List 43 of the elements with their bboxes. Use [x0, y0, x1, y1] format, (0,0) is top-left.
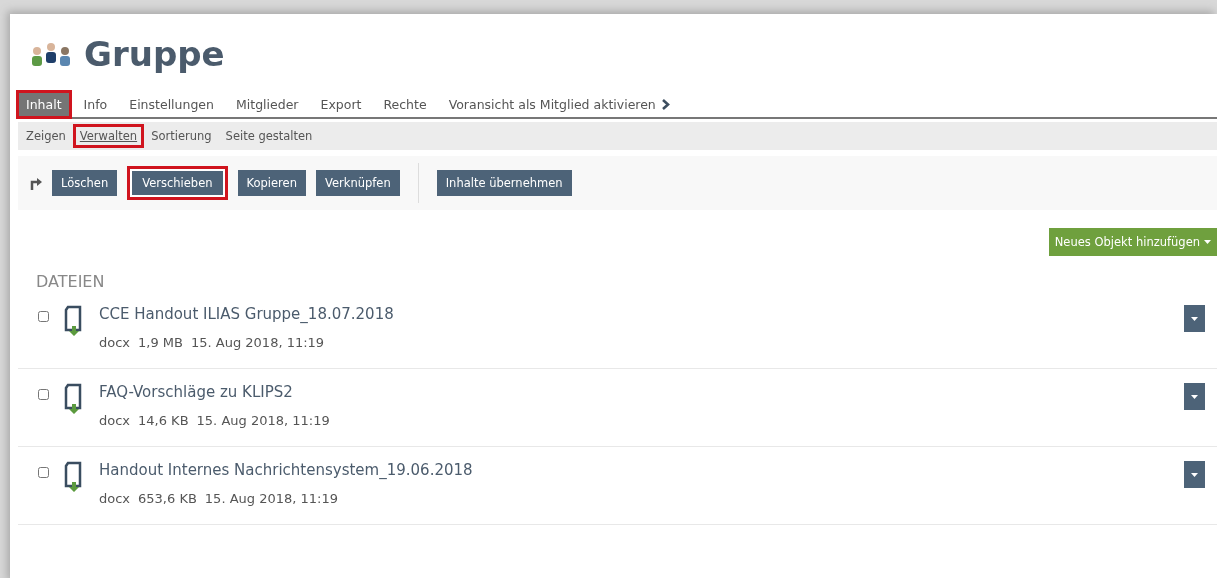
- file-size: 653,6 KB: [138, 491, 197, 506]
- file-type: docx: [99, 335, 131, 350]
- dropdown-button[interactable]: [1184, 461, 1205, 488]
- file-name[interactable]: CCE Handout ILIAS Gruppe_18.07.2018: [99, 305, 1184, 323]
- action-button[interactable]: Verschieben: [127, 166, 228, 200]
- tab[interactable]: Einstellungen: [121, 92, 222, 117]
- action-button[interactable]: Verknüpfen: [315, 170, 400, 196]
- file-name[interactable]: FAQ-Vorschläge zu KLIPS2: [99, 383, 1184, 401]
- file-checkbox[interactable]: [38, 389, 49, 400]
- file-type: docx: [99, 413, 131, 428]
- caret-icon: [1204, 240, 1211, 244]
- file-date: 15. Aug 2018, 11:19: [204, 491, 338, 506]
- caret-icon: [1191, 316, 1198, 321]
- sub-tab[interactable]: Verwalten: [75, 127, 142, 145]
- dropdown-button[interactable]: [1184, 383, 1205, 410]
- caret-icon: [1191, 472, 1198, 477]
- file-date: 15. Aug 2018, 11:19: [196, 413, 330, 428]
- sub-tab[interactable]: Zeigen: [22, 127, 70, 145]
- page-title: Gruppe: [84, 34, 225, 74]
- file-checkbox[interactable]: [38, 467, 49, 478]
- dropdown-button[interactable]: [1184, 305, 1205, 332]
- tab[interactable]: Inhalt: [18, 92, 70, 117]
- sub-tab[interactable]: Sortierung: [147, 127, 216, 145]
- file-type: docx: [99, 491, 131, 506]
- file-checkbox[interactable]: [38, 311, 49, 322]
- file-size: 14,6 KB: [138, 413, 189, 428]
- file-date: 15. Aug 2018, 11:19: [191, 335, 325, 350]
- file-name[interactable]: Handout Internes Nachrichtensystem_19.06.2018: [99, 461, 1184, 479]
- tab[interactable]: Info: [75, 92, 116, 117]
- import-button[interactable]: Inhalte übernehmen: [436, 170, 572, 196]
- caret-icon: [1191, 394, 1198, 399]
- group-icon: [30, 42, 72, 66]
- section-title: DATEIEN: [36, 272, 106, 291]
- tab[interactable]: Rechte: [375, 92, 435, 117]
- file-size: 1,9 MB: [138, 335, 183, 350]
- tab[interactable]: Voransicht als Mitglied aktivieren: [440, 92, 678, 117]
- action-button[interactable]: Löschen: [52, 170, 118, 196]
- sub-tab[interactable]: Seite gestalten: [221, 127, 317, 145]
- tab[interactable]: Mitglieder: [228, 92, 307, 117]
- chevron-right-icon: [661, 99, 670, 110]
- action-button[interactable]: Kopieren: [237, 170, 306, 196]
- tab[interactable]: Export: [312, 92, 370, 117]
- turn-arrow-icon: [30, 176, 42, 190]
